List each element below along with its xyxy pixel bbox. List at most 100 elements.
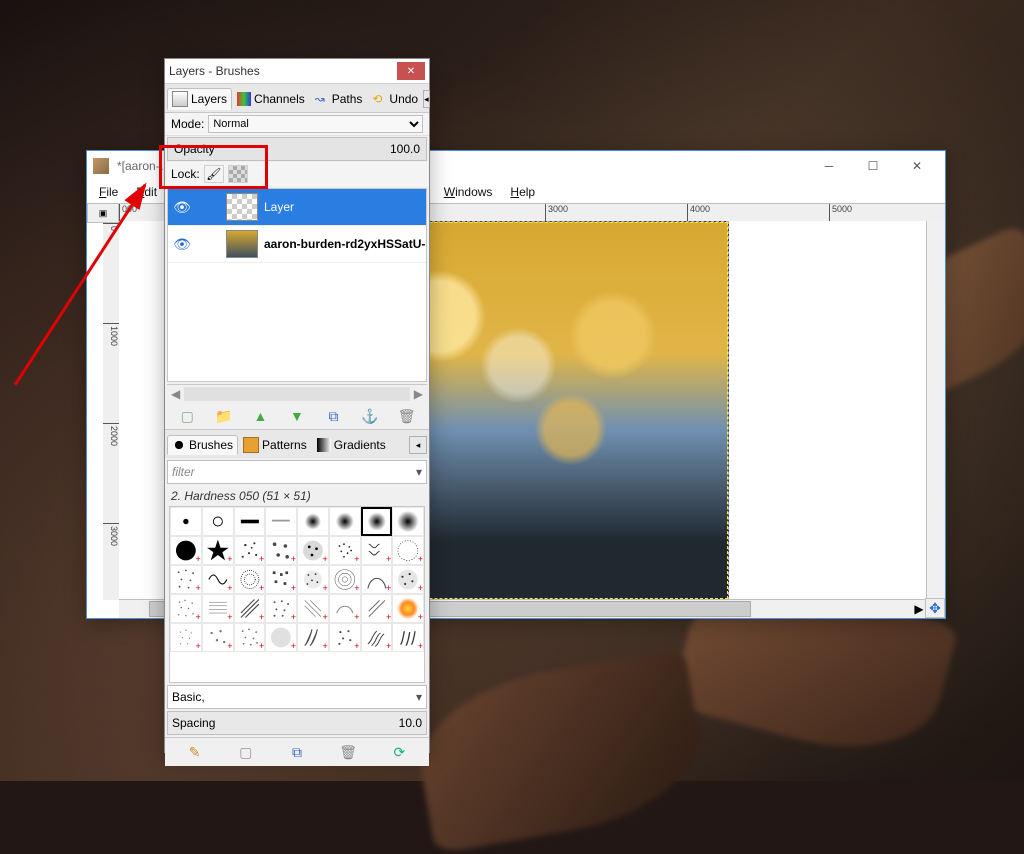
chevron-down-icon[interactable]: ▾: [416, 690, 422, 704]
navigation-icon[interactable]: ✥: [925, 598, 945, 618]
brush-grid[interactable]: + + + + + + + + + + + + + + + + + + + + …: [169, 506, 425, 683]
duplicate-layer-icon[interactable]: ⧉: [325, 407, 343, 425]
menu-file[interactable]: File: [91, 183, 126, 201]
brush-item[interactable]: +: [202, 536, 234, 565]
brush-item[interactable]: +: [361, 594, 393, 623]
brush-item[interactable]: +: [392, 623, 424, 652]
brush-item[interactable]: +: [329, 536, 361, 565]
brush-filter-input[interactable]: filter ▾: [167, 460, 427, 484]
brush-item[interactable]: +: [170, 536, 202, 565]
brush-item-selected[interactable]: [361, 507, 393, 536]
brush-item[interactable]: +: [170, 594, 202, 623]
tab-paths[interactable]: ↝ Paths: [310, 89, 368, 109]
brush-item[interactable]: [202, 507, 234, 536]
refresh-brushes-icon[interactable]: ⟳: [390, 743, 408, 761]
delete-layer-icon[interactable]: 🗑: [398, 407, 416, 425]
dock-tabs-top[interactable]: Layers Channels ↝ Paths ⟲ Undo ◂: [165, 84, 429, 113]
mode-select[interactable]: Normal: [208, 115, 423, 133]
menu-edit[interactable]: Edit: [128, 183, 165, 201]
new-layer-icon[interactable]: ▢: [178, 407, 196, 425]
brush-item[interactable]: +: [361, 536, 393, 565]
tab-patterns[interactable]: Patterns: [238, 434, 312, 456]
layer-name[interactable]: aaron-burden-rd2yxHSSatU-unspla: [264, 237, 426, 251]
brush-name-field[interactable]: Basic, ▾: [167, 685, 427, 709]
brush-item[interactable]: +: [265, 536, 297, 565]
brush-item[interactable]: [265, 507, 297, 536]
layer-row[interactable]: 👁 Layer: [168, 189, 426, 226]
brush-item[interactable]: +: [202, 623, 234, 652]
lock-pixels-icon[interactable]: 🖌: [204, 165, 224, 183]
brush-item[interactable]: [170, 507, 202, 536]
maximize-button[interactable]: ☐: [851, 152, 895, 180]
brush-item[interactable]: +: [361, 565, 393, 594]
brush-item[interactable]: [392, 507, 424, 536]
edit-brush-icon[interactable]: ✎: [186, 743, 204, 761]
layers-brushes-dialog[interactable]: Layers - Brushes ✕ Layers Channels ↝ Pat…: [164, 58, 430, 753]
brush-item[interactable]: [234, 507, 266, 536]
brush-item[interactable]: +: [234, 536, 266, 565]
layer-name[interactable]: Layer: [264, 200, 426, 214]
chevron-down-icon[interactable]: ▾: [416, 465, 422, 479]
ruler-corner[interactable]: ▣: [87, 203, 119, 223]
tab-undo[interactable]: ⟲ Undo: [367, 89, 423, 109]
menu-help[interactable]: Help: [502, 183, 543, 201]
lock-alpha-icon[interactable]: [228, 165, 248, 183]
brush-item[interactable]: +: [265, 623, 297, 652]
brush-item[interactable]: +: [265, 594, 297, 623]
layer-thumbnail[interactable]: [226, 230, 258, 258]
brush-item[interactable]: +: [392, 536, 424, 565]
brush-item[interactable]: +: [297, 594, 329, 623]
brush-item[interactable]: +: [234, 594, 266, 623]
brush-item[interactable]: +: [329, 594, 361, 623]
menu-windows[interactable]: Windows: [436, 183, 501, 201]
visibility-icon[interactable]: 👁: [168, 236, 196, 253]
close-button[interactable]: ✕: [895, 152, 939, 180]
brush-item[interactable]: +: [297, 565, 329, 594]
layer-row[interactable]: 👁 aaron-burden-rd2yxHSSatU-unspla: [168, 226, 426, 263]
tab-layers[interactable]: Layers: [167, 88, 232, 110]
brush-item[interactable]: +: [202, 594, 234, 623]
visibility-icon[interactable]: 👁: [168, 199, 196, 216]
brush-item[interactable]: [297, 507, 329, 536]
paths-icon: ↝: [315, 92, 329, 106]
brush-item[interactable]: +: [170, 565, 202, 594]
brush-item[interactable]: +: [392, 594, 424, 623]
tab-menu-icon[interactable]: ◂: [409, 436, 427, 454]
tab-brushes[interactable]: Brushes: [167, 435, 238, 455]
dock-tabs-bottom[interactable]: Brushes Patterns Gradients ◂: [165, 429, 429, 458]
brush-item[interactable]: +: [361, 623, 393, 652]
brush-item[interactable]: +: [170, 623, 202, 652]
opacity-row[interactable]: Opacity 100.0: [167, 137, 427, 161]
raise-layer-icon[interactable]: ▲: [251, 407, 269, 425]
layer-list[interactable]: 👁 Layer 👁 aaron-burden-rd2yxHSSatU-unspl…: [167, 188, 427, 382]
scroll-right-icon[interactable]: ▶: [410, 387, 427, 401]
ruler-vertical[interactable]: 0 1000 2000 3000: [103, 223, 120, 600]
brush-item[interactable]: +: [265, 565, 297, 594]
brush-item[interactable]: +: [234, 565, 266, 594]
brush-item[interactable]: +: [392, 565, 424, 594]
brush-item[interactable]: +: [329, 623, 361, 652]
anchor-layer-icon[interactable]: ⚓: [361, 407, 379, 425]
layer-list-scrollbar[interactable]: ◀▶: [167, 384, 427, 403]
new-group-icon[interactable]: 📁: [215, 407, 233, 425]
brush-item[interactable]: +: [329, 565, 361, 594]
tab-gradients[interactable]: Gradients: [312, 435, 391, 455]
brush-item[interactable]: +: [297, 623, 329, 652]
brush-item[interactable]: [329, 507, 361, 536]
scroll-left-icon[interactable]: ◀: [167, 387, 184, 401]
delete-brush-icon[interactable]: 🗑: [339, 743, 357, 761]
brush-item[interactable]: +: [234, 623, 266, 652]
tab-menu-icon[interactable]: ◂: [423, 90, 430, 108]
layer-thumbnail[interactable]: [226, 193, 258, 221]
close-icon[interactable]: ✕: [397, 62, 425, 80]
brush-item[interactable]: +: [202, 565, 234, 594]
spacing-row[interactable]: Spacing 10.0: [167, 711, 427, 735]
lower-layer-icon[interactable]: ▼: [288, 407, 306, 425]
new-brush-icon[interactable]: ▢: [237, 743, 255, 761]
minimize-button[interactable]: ─: [807, 152, 851, 180]
brush-item[interactable]: +: [297, 536, 329, 565]
dialog-titlebar[interactable]: Layers - Brushes ✕: [165, 59, 429, 84]
tab-channels[interactable]: Channels: [232, 89, 310, 109]
duplicate-brush-icon[interactable]: ⧉: [288, 743, 306, 761]
scrollbar-vertical[interactable]: [926, 221, 945, 600]
